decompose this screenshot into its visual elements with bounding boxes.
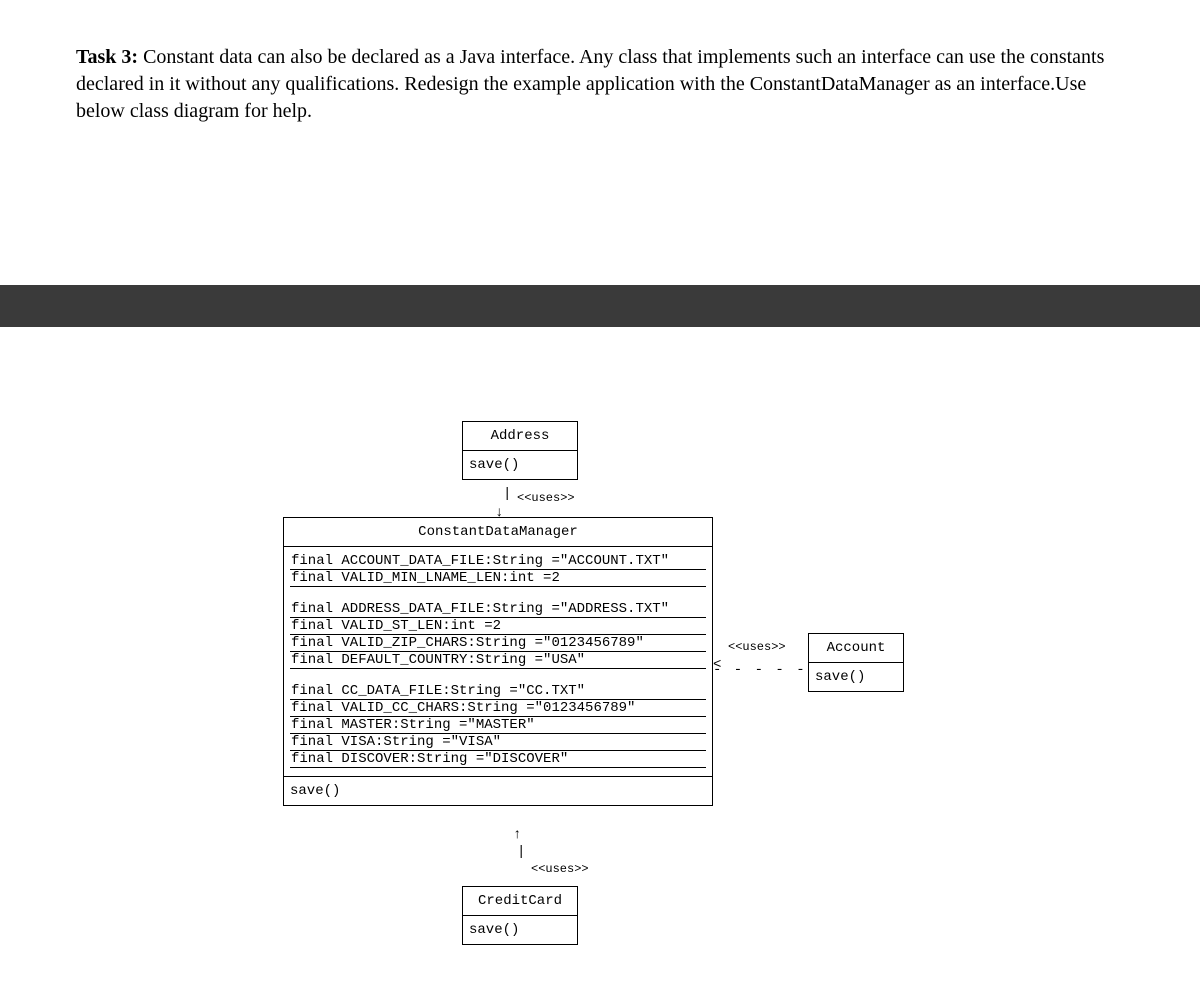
uses-label: <<uses>>: [529, 862, 591, 876]
separator-bar: [0, 285, 1200, 327]
task-header: Task 3: Constant data can also be declar…: [0, 0, 1200, 125]
attr: final VALID_ZIP_CHARS:String ="012345678…: [290, 635, 706, 652]
task-body: Constant data can also be declared as a …: [76, 46, 1104, 122]
task-paragraph: Task 3: Constant data can also be declar…: [76, 44, 1124, 125]
attr: final CC_DATA_FILE:String ="CC.TXT": [290, 683, 706, 700]
class-method: save(): [809, 663, 903, 691]
uml-diagram: Address save() | <<uses>> ↓ ConstantData…: [0, 327, 1200, 967]
class-name: Address: [463, 422, 577, 451]
attr: final ADDRESS_DATA_FILE:String ="ADDRESS…: [290, 601, 706, 618]
uml-class-creditcard: CreditCard save(): [462, 886, 578, 945]
class-method: save(): [284, 776, 712, 805]
uml-class-constantdatamanager: ConstantDataManager final ACCOUNT_DATA_F…: [283, 517, 713, 806]
arrow-up-icon: ↑: [513, 827, 521, 843]
uml-class-account: Account save(): [808, 633, 904, 692]
attr: final ACCOUNT_DATA_FILE:String ="ACCOUNT…: [290, 553, 706, 570]
class-attributes: final ACCOUNT_DATA_FILE:String ="ACCOUNT…: [284, 547, 712, 776]
attr: final DISCOVER:String ="DISCOVER": [290, 751, 706, 768]
uses-label: <<uses>>: [515, 491, 577, 505]
connector-pipe: |: [503, 486, 511, 502]
dashed-connector: - - - - -: [713, 662, 807, 678]
attr: final MASTER:String ="MASTER": [290, 717, 706, 734]
attr: final DEFAULT_COUNTRY:String ="USA": [290, 652, 706, 669]
class-method: save(): [463, 916, 577, 944]
attr: final VISA:String ="VISA": [290, 734, 706, 751]
class-method: save(): [463, 451, 577, 479]
attr: final VALID_CC_CHARS:String ="0123456789…: [290, 700, 706, 717]
attr: final VALID_MIN_LNAME_LEN:int =2: [290, 570, 706, 587]
uses-label: <<uses>>: [726, 640, 788, 654]
class-name: Account: [809, 634, 903, 663]
connector-pipe: |: [517, 844, 525, 860]
task-label: Task 3:: [76, 46, 138, 68]
class-name: CreditCard: [463, 887, 577, 916]
uml-class-address: Address save(): [462, 421, 578, 480]
attr: final VALID_ST_LEN:int =2: [290, 618, 706, 635]
class-name: ConstantDataManager: [284, 518, 712, 547]
